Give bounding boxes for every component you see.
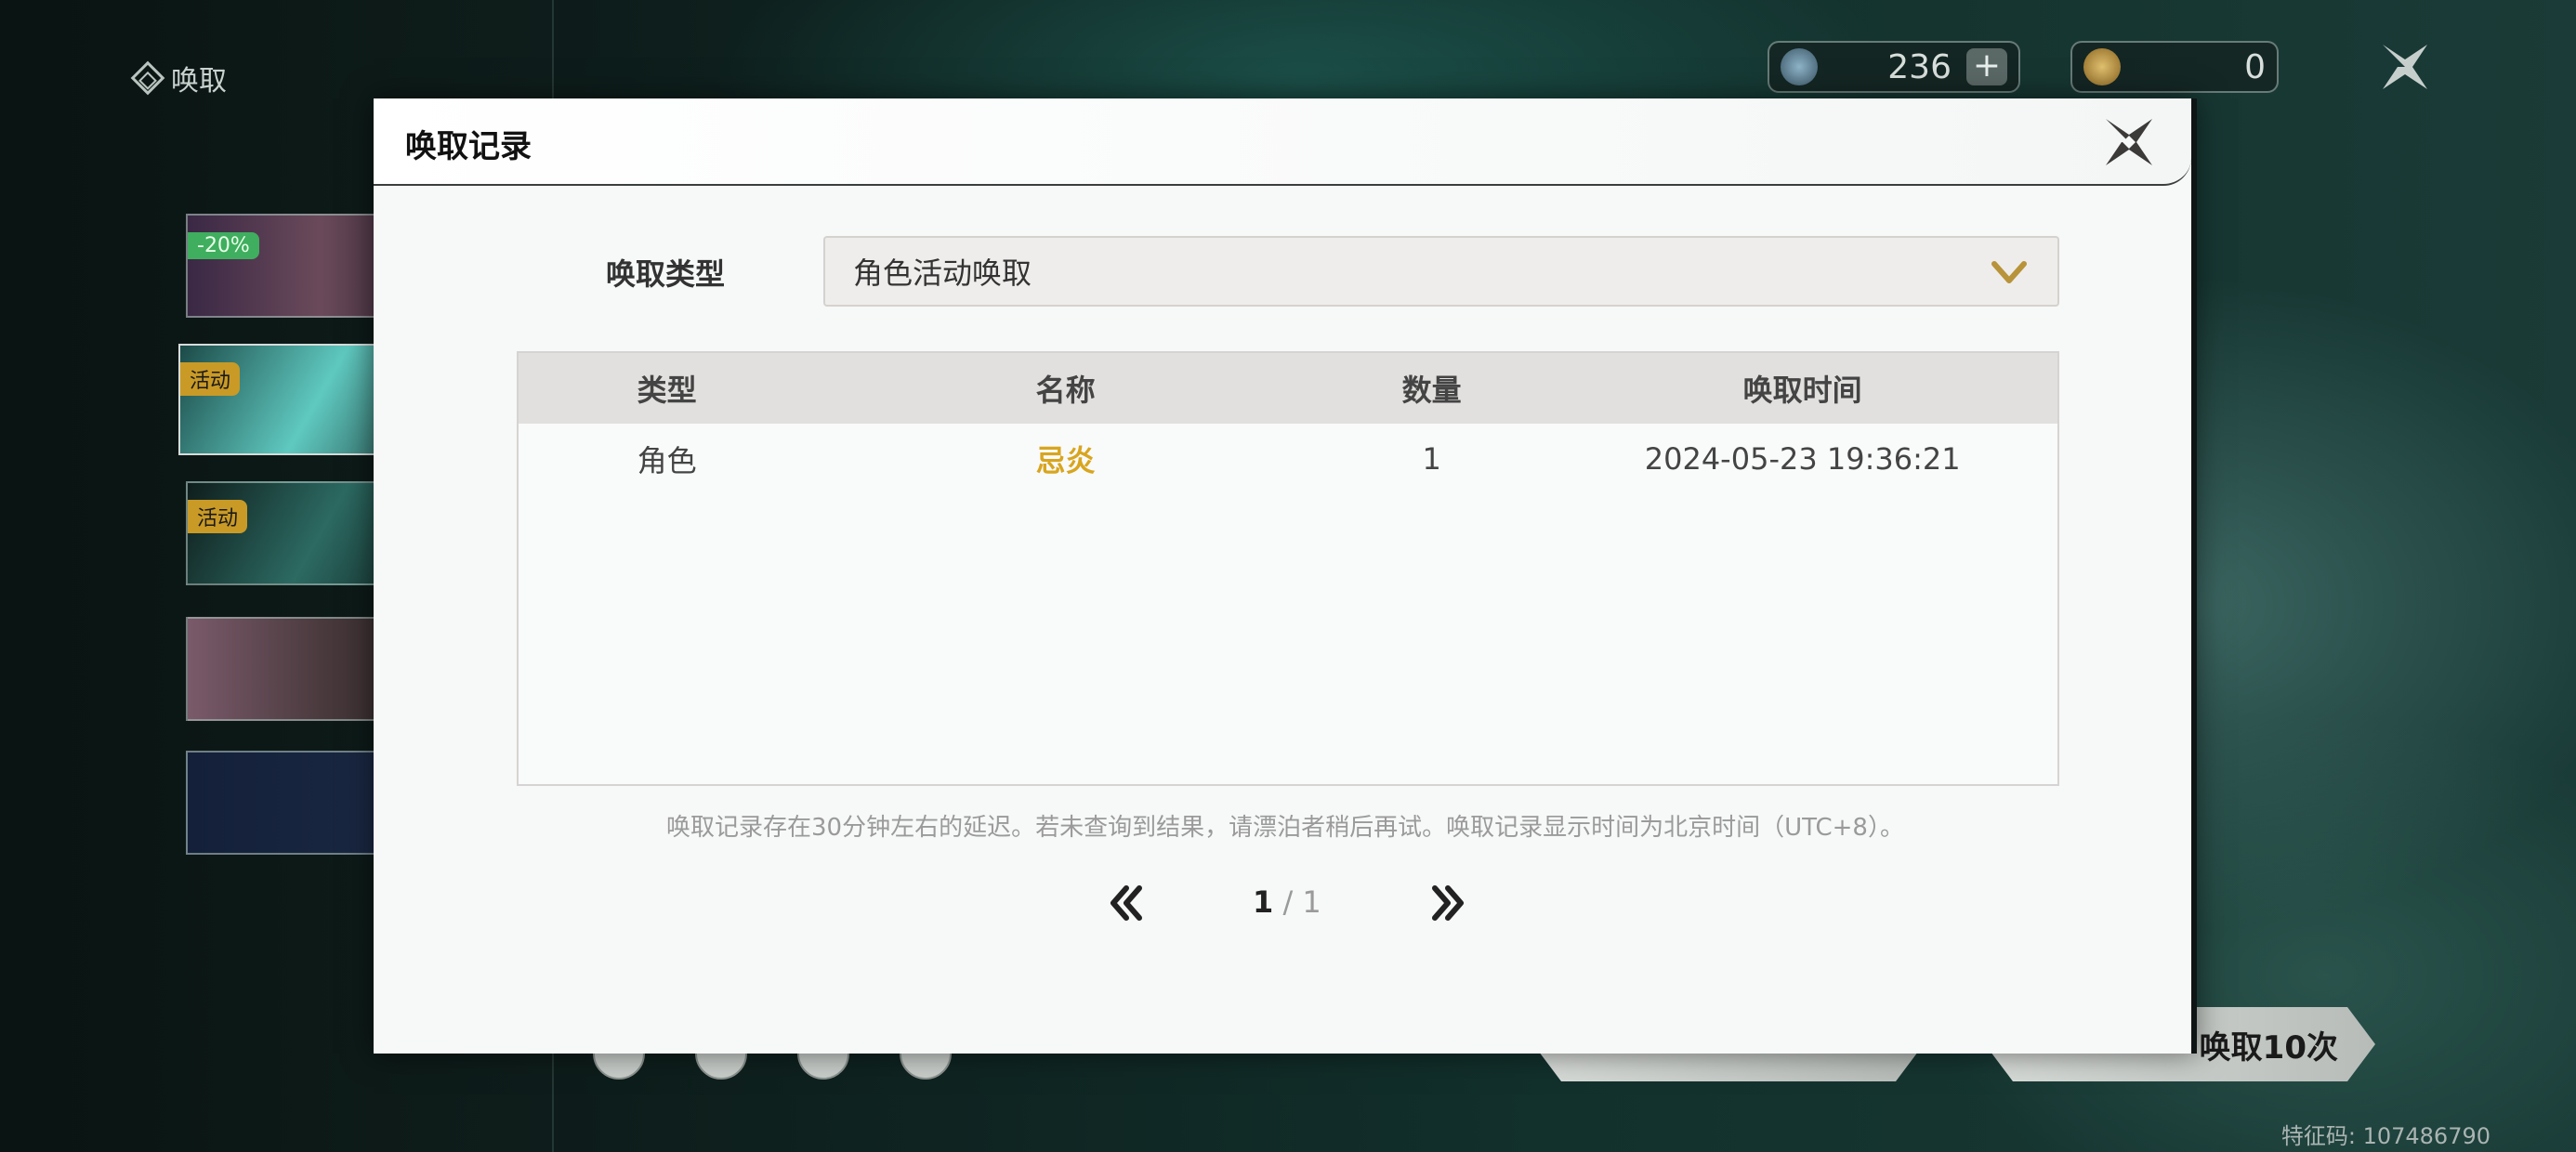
star-currency-box: 236 + (1768, 41, 2020, 93)
summon-type-label: 唤取类型 (606, 256, 726, 292)
discount-badge: -20% (188, 232, 259, 259)
page-separator: / (1273, 884, 1303, 920)
feature-code: 特征码: 107486790 (2280, 1123, 2491, 1149)
current-page: 1 (1253, 884, 1274, 920)
last-page-icon[interactable] (1426, 881, 1470, 925)
summon-record-modal: 唤取记录 唤取类型 角色活动唤取 类型 名称 数量 唤取时间 角色 忌炎 1 2… (374, 98, 2197, 1054)
row-name: 忌炎 (1035, 443, 1096, 478)
chevron-down-icon (1991, 261, 2027, 283)
summon-diamond-icon (130, 60, 165, 96)
summon-type-dropdown[interactable]: 角色活动唤取 (823, 236, 2059, 307)
star-currency-value: 236 (1887, 47, 1952, 86)
coin-currency-value: 0 (2244, 47, 2266, 86)
modal-title: 唤取记录 (405, 128, 532, 165)
table-row: 角色 忌炎 1 2024-05-23 19:36:21 (519, 424, 2057, 494)
summon-ten-label: 唤取10次 (2199, 1028, 2338, 1067)
column-header-count: 数量 (1401, 373, 1462, 408)
page-indicator: 1 / 1 (1253, 884, 1321, 920)
add-currency-button[interactable]: + (1966, 48, 2007, 85)
coin-currency-box: 0 (2070, 41, 2279, 93)
summon-type-value: 角色活动唤取 (853, 255, 1032, 291)
event-badge: 活动 (180, 362, 241, 396)
row-time: 2024-05-23 19:36:21 (1644, 441, 1961, 477)
total-pages: 1 (1302, 884, 1321, 920)
close-icon[interactable] (2102, 115, 2156, 169)
modal-header: 唤取记录 (374, 98, 2191, 186)
coin-currency-icon (2083, 48, 2121, 85)
table-header: 类型 名称 数量 唤取时间 (519, 353, 2057, 424)
column-header-name: 名称 (1035, 373, 1096, 408)
row-type: 角色 (637, 443, 697, 478)
summon-header: 唤取 (130, 58, 227, 98)
close-icon[interactable] (2379, 41, 2431, 93)
row-count: 1 (1422, 441, 1441, 477)
column-header-type: 类型 (637, 373, 697, 408)
delay-notice: 唤取记录存在30分钟左右的延迟。若未查询到结果，请漂泊者稍后再试。唤取记录显示时… (666, 814, 1904, 842)
first-page-icon[interactable] (1104, 881, 1149, 925)
event-badge: 活动 (188, 500, 248, 533)
column-header-time: 唤取时间 (1742, 373, 1862, 408)
pagination: 1 / 1 (374, 875, 2197, 931)
star-currency-icon (1781, 48, 1818, 85)
summon-record-table: 类型 名称 数量 唤取时间 角色 忌炎 1 2024-05-23 19:36:2… (517, 351, 2059, 786)
summon-title: 唤取 (171, 65, 227, 98)
